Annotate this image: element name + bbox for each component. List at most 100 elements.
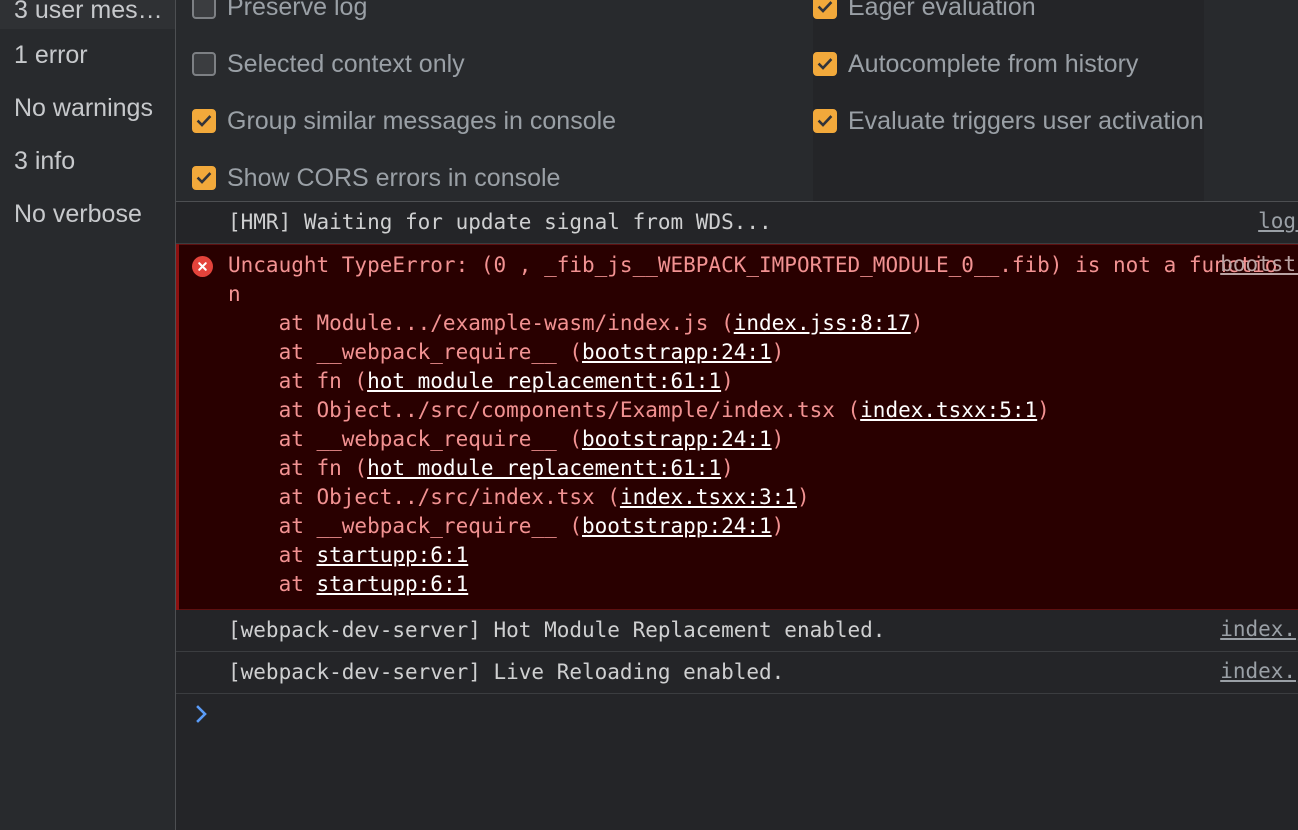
- message-icon-slot: [176, 208, 228, 213]
- console-prompt[interactable]: [176, 694, 1298, 736]
- stack-frame-text: at Object../src/index.tsx (: [228, 485, 620, 509]
- message-icon-slot: [176, 251, 228, 277]
- sidebar-item-warnings[interactable]: No warnings: [0, 82, 175, 135]
- stack-frame-text: at Object../src/components/Example/index…: [228, 398, 861, 422]
- console-prompt-input[interactable]: [228, 703, 1298, 729]
- stack-trace-line: at __webpack_require__ (bootstrapp:24:1): [228, 338, 1290, 367]
- sidebar-item-user-messages[interactable]: 3 user mes…: [0, 0, 175, 29]
- checkbox-group-similar-messages[interactable]: [192, 108, 216, 133]
- stack-frame-link[interactable]: startupp:6:1: [317, 543, 469, 567]
- stack-frame-link[interactable]: index.jss:8:17: [734, 311, 911, 335]
- stack-frame-link[interactable]: bootstrapp:24:1: [582, 427, 772, 451]
- stack-trace: at Module.../example-wasm/index.js (inde…: [228, 309, 1290, 599]
- message-text: [webpack-dev-server] Live Reloading enab…: [228, 660, 785, 684]
- console-main: Preserve log Selected context only Group…: [176, 0, 1298, 830]
- stack-frame-text: ): [796, 485, 810, 509]
- message-source-link[interactable]: index.jss: [1220, 659, 1298, 683]
- checkbox-evaluate-triggers-user-activation[interactable]: [813, 108, 837, 133]
- sidebar-item-label: 3 user mes…: [14, 0, 163, 24]
- stack-trace-line: at Object../src/index.tsx (index.tsxx:3:…: [228, 483, 1290, 512]
- stack-frame-text: at: [228, 572, 317, 596]
- checkbox-row-evaluate-triggers-user-activation[interactable]: Evaluate triggers user activation: [813, 92, 1204, 149]
- message-body: [webpack-dev-server] Live Reloading enab…: [228, 658, 1298, 687]
- checkbox-label-show-cors-errors: Show CORS errors in console: [227, 163, 561, 192]
- sidebar-item-label: No verbose: [14, 200, 142, 228]
- checkbox-preserve-log[interactable]: [192, 0, 216, 19]
- message-icon-slot: [176, 658, 228, 663]
- stack-frame-link[interactable]: index.tsxx:3:1: [620, 485, 797, 509]
- stack-trace-line: at Module.../example-wasm/index.js (inde…: [228, 309, 1290, 338]
- message-text: Uncaught TypeError: (0 , _fib_js__WEBPAC…: [228, 253, 1278, 306]
- message-source-link[interactable]: index.jss: [1220, 617, 1298, 641]
- stack-frame-link[interactable]: index.tsxx:5:1: [860, 398, 1037, 422]
- message-source-link[interactable]: log.js: [1258, 209, 1298, 233]
- stack-trace-line: at __webpack_require__ (bootstrapp:24:1): [228, 425, 1290, 454]
- checkbox-label-autocomplete-from-history: Autocomplete from history: [848, 49, 1139, 78]
- checkbox-row-selected-context-only[interactable]: Selected context only: [192, 35, 616, 92]
- message-text: [webpack-dev-server] Hot Module Replacem…: [228, 618, 886, 642]
- sidebar-item-errors[interactable]: 1 error: [0, 29, 175, 82]
- message-body: [HMR] Waiting for update signal from WDS…: [228, 208, 1298, 237]
- message-body: Uncaught TypeError: (0 , _fib_js__WEBPAC…: [228, 251, 1298, 599]
- message-icon-slot: [176, 616, 228, 621]
- sidebar-item-label: 1 error: [14, 41, 88, 69]
- stack-trace-line: at fn (hot module replacementt:61:1): [228, 367, 1290, 396]
- stack-frame-link[interactable]: hot module replacementt:61:1: [367, 456, 721, 480]
- stack-frame-text: ): [910, 311, 924, 335]
- checkbox-row-eager-evaluation[interactable]: Eager evaluation: [813, 0, 1204, 35]
- message-text: [HMR] Waiting for update signal from WDS…: [228, 210, 772, 234]
- stack-trace-line: at startupp:6:1: [228, 541, 1290, 570]
- console-settings-pane: Preserve log Selected context only Group…: [176, 0, 1298, 202]
- console-message-row[interactable]: [webpack-dev-server] Live Reloading enab…: [176, 652, 1298, 694]
- sidebar-item-label: 3 info: [14, 147, 76, 175]
- checkbox-label-preserve-log: Preserve log: [227, 0, 368, 21]
- checkbox-autocomplete-from-history[interactable]: [813, 51, 837, 76]
- devtools-console-panel: 3 user mes… 1 error No warnings 3 info N…: [0, 0, 1298, 830]
- message-source-link[interactable]: bootstrap: [1220, 252, 1298, 276]
- stack-trace-line: at startupp:6:1: [228, 570, 1290, 599]
- stack-frame-text: at __webpack_require__ (: [228, 340, 583, 364]
- error-icon: [191, 256, 213, 277]
- stack-trace-line: at fn (hot module replacementt:61:1): [228, 454, 1290, 483]
- checkbox-row-show-cors-errors[interactable]: Show CORS errors in console: [192, 149, 616, 201]
- stack-frame-link[interactable]: bootstrapp:24:1: [582, 340, 772, 364]
- stack-frame-text: at: [228, 543, 317, 567]
- sidebar-item-info[interactable]: 3 info: [0, 135, 175, 188]
- stack-frame-link[interactable]: startupp:6:1: [317, 572, 469, 596]
- console-message-row[interactable]: [webpack-dev-server] Hot Module Replacem…: [176, 610, 1298, 652]
- checkbox-row-group-similar-messages[interactable]: Group similar messages in console: [192, 92, 616, 149]
- stack-frame-text: at Module.../example-wasm/index.js (: [228, 311, 734, 335]
- sidebar-item-verbose[interactable]: No verbose: [0, 188, 175, 241]
- message-body: [webpack-dev-server] Hot Module Replacem…: [228, 616, 1298, 645]
- console-sidebar: 3 user mes… 1 error No warnings 3 info N…: [0, 0, 176, 830]
- settings-column-left: Preserve log Selected context only Group…: [192, 0, 616, 201]
- stack-frame-text: ): [721, 456, 734, 480]
- stack-frame-text: at __webpack_require__ (: [228, 427, 583, 451]
- stack-frame-text: at fn (: [228, 369, 368, 393]
- stack-frame-text: at __webpack_require__ (: [228, 514, 583, 538]
- stack-trace-line: at Object../src/components/Example/index…: [228, 396, 1290, 425]
- stack-frame-text: ): [771, 514, 785, 538]
- checkbox-row-preserve-log[interactable]: Preserve log: [192, 0, 616, 35]
- checkbox-row-autocomplete-from-history[interactable]: Autocomplete from history: [813, 35, 1204, 92]
- chevron-right-icon: [176, 703, 228, 725]
- settings-column-right: Eager evaluation Autocomplete from histo…: [813, 0, 1204, 201]
- stack-trace-line: at __webpack_require__ (bootstrapp:24:1): [228, 512, 1290, 541]
- stack-frame-text: ): [721, 369, 734, 393]
- stack-frame-text: at fn (: [228, 456, 368, 480]
- stack-frame-text: ): [1037, 398, 1050, 422]
- console-message-list[interactable]: [HMR] Waiting for update signal from WDS…: [176, 202, 1298, 830]
- checkbox-label-evaluate-triggers-user-activation: Evaluate triggers user activation: [848, 106, 1204, 135]
- stack-frame-link[interactable]: bootstrapp:24:1: [582, 514, 772, 538]
- checkbox-label-group-similar-messages: Group similar messages in console: [227, 106, 617, 135]
- checkbox-selected-context-only[interactable]: [192, 51, 216, 76]
- stack-frame-text: ): [771, 340, 785, 364]
- checkbox-show-cors-errors[interactable]: [192, 165, 216, 190]
- stack-frame-link[interactable]: hot module replacementt:61:1: [367, 369, 721, 393]
- console-message-row-error[interactable]: Uncaught TypeError: (0 , _fib_js__WEBPAC…: [176, 244, 1298, 610]
- checkbox-label-eager-evaluation: Eager evaluation: [848, 0, 1036, 21]
- checkbox-label-selected-context-only: Selected context only: [227, 49, 465, 78]
- console-message-row[interactable]: [HMR] Waiting for update signal from WDS…: [176, 202, 1298, 244]
- checkbox-eager-evaluation[interactable]: [813, 0, 837, 19]
- sidebar-item-label: No warnings: [14, 94, 153, 122]
